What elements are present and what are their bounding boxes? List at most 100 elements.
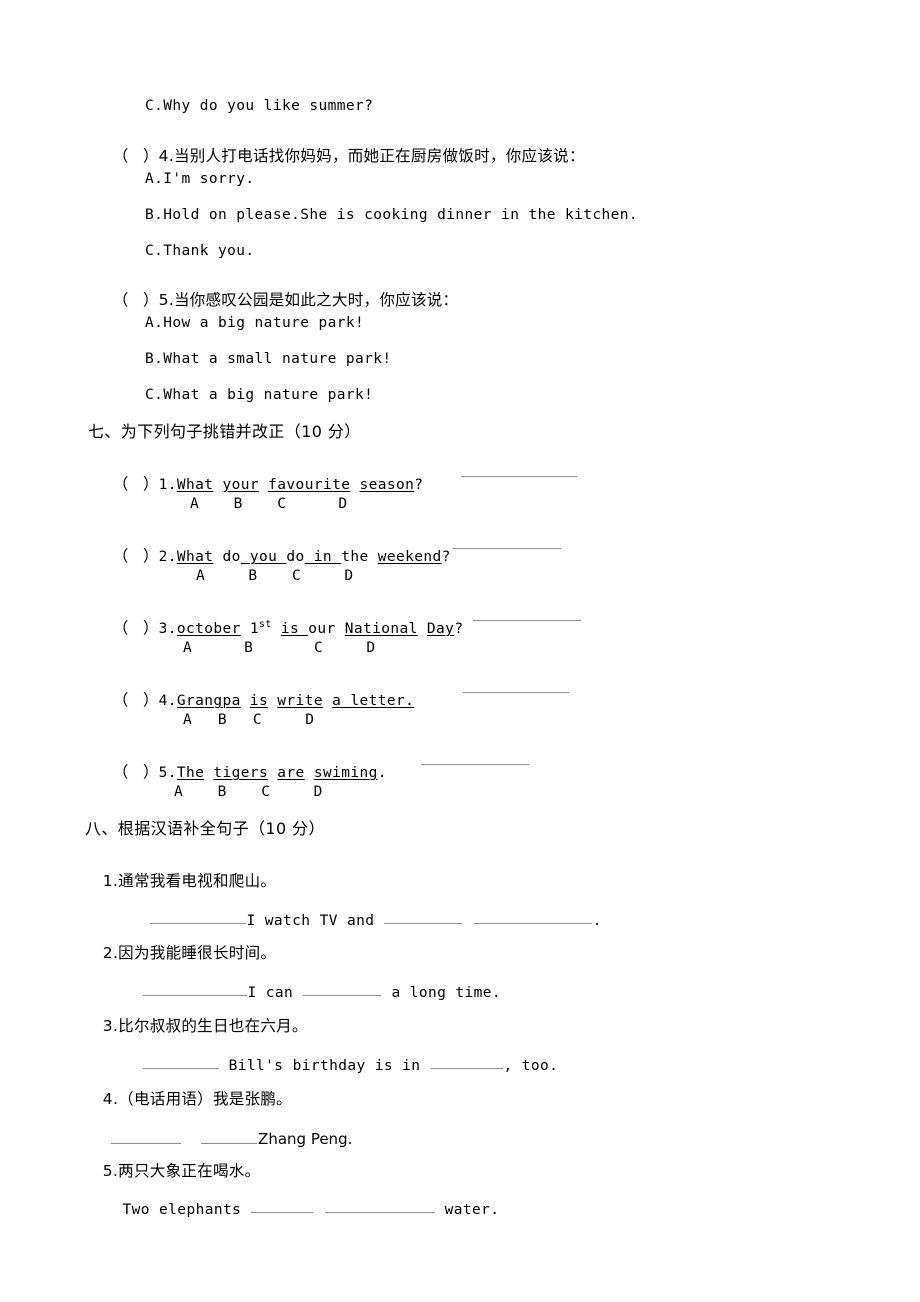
section-eight-item-5-answer: Two elephants water. xyxy=(86,1184,499,1231)
sentence-segment: do xyxy=(286,549,305,565)
sentence-segment: our xyxy=(308,621,345,637)
answer-blank-s8-2b[interactable] xyxy=(303,982,382,997)
item-number-s7-2: 2. xyxy=(158,549,177,565)
sentence-s7-4: Grangpa is write a letter. xyxy=(177,693,414,709)
answer-blank-s7-3[interactable] xyxy=(473,605,581,622)
sentence-segment xyxy=(268,693,277,709)
answer-blank-s8-1a[interactable] xyxy=(149,910,246,925)
sentence-segment xyxy=(272,621,281,637)
answer-blank-s8-3a[interactable] xyxy=(142,1055,219,1070)
answer-blank-s8-5a[interactable] xyxy=(251,1199,314,1214)
question-5-option-b[interactable]: B.What a small nature park! xyxy=(145,352,392,367)
chinese-prompt-s8-2: 因为我能睡很长时间。 xyxy=(118,944,277,962)
question-4-number: 4. xyxy=(158,147,174,165)
sentence-segment: is xyxy=(280,621,309,637)
answer-text-s8-1b: . xyxy=(592,912,602,929)
section-eight-heading: 八、根据汉语补全句子（10 分） xyxy=(85,819,325,838)
exam-paper-page: C.Why do you like summer? （ ）4.当别人打电话找你妈… xyxy=(0,0,920,1302)
sentence-segment: st xyxy=(259,619,272,631)
answer-bracket-s7-3[interactable]: （ ） xyxy=(113,619,159,637)
sentence-segment: National xyxy=(344,621,418,637)
sentence-s7-1: What your favourite season? xyxy=(177,477,424,493)
sentence-segment: in xyxy=(304,549,342,565)
answer-blank-s7-5[interactable] xyxy=(421,749,529,766)
answer-text-s8-5a: Two elephants xyxy=(122,1201,251,1218)
answer-blank-s8-2a[interactable] xyxy=(142,982,247,997)
answer-text-s8-4: Zhang Peng. xyxy=(258,1130,353,1149)
carryover-option-c: C.Why do you like summer? xyxy=(145,98,374,114)
sentence-segment xyxy=(241,693,250,709)
sentence-segment: ? xyxy=(441,549,451,565)
answer-bracket-q4[interactable]: （ ） xyxy=(113,147,159,165)
answer-blank-s8-4a[interactable] xyxy=(110,1128,181,1145)
question-5-number: 5. xyxy=(158,291,174,309)
answer-blank-s8-5b[interactable] xyxy=(324,1199,435,1214)
sentence-s7-5: The tigers are swiming. xyxy=(177,765,387,781)
sentence-segment: swiming xyxy=(313,765,378,781)
section-seven-heading: 七、为下列句子挑错并改正（10 分） xyxy=(88,422,361,441)
sentence-segment xyxy=(418,621,427,637)
answer-text-s8-3a: Bill's birthday is in xyxy=(219,1057,430,1074)
sentence-segment: ? xyxy=(414,477,424,493)
sentence-segment: write xyxy=(277,693,323,709)
sentence-segment: Day xyxy=(426,621,455,637)
item-number-s8-2: 2. xyxy=(102,944,119,962)
question-4-option-c[interactable]: C.Thank you. xyxy=(145,244,255,259)
question-5-option-a[interactable]: A.How a big nature park! xyxy=(145,316,364,331)
item-number-s8-4: 4. xyxy=(102,1090,119,1108)
answer-text-s8-5b: water. xyxy=(435,1201,500,1218)
sentence-segment xyxy=(305,765,314,781)
answer-bracket-q5[interactable]: （ ） xyxy=(113,291,159,309)
chinese-prompt-s8-4: （电话用语）我是张鹏。 xyxy=(118,1090,292,1108)
answer-blank-s7-4[interactable] xyxy=(463,677,569,694)
sentence-segment: you xyxy=(240,549,287,565)
marker-row-s7-3: A B C D xyxy=(183,640,376,656)
sentence-s7-3: october 1st is our National Day? xyxy=(176,619,464,637)
sentence-segment xyxy=(204,765,213,781)
question-5-option-c[interactable]: C.What a big nature park! xyxy=(145,388,373,403)
marker-row-s7-1: A B C D xyxy=(190,496,348,512)
sentence-segment: weekend xyxy=(377,549,442,565)
marker-row-s7-2: A B C D xyxy=(196,568,354,584)
answer-blank-s8-1b[interactable] xyxy=(384,910,463,925)
sentence-segment: season xyxy=(359,477,415,493)
answer-bracket-s7-2[interactable]: （ ） xyxy=(113,547,159,565)
sentence-segment: october xyxy=(176,621,241,637)
sentence-segment: your xyxy=(222,477,260,493)
sentence-segment xyxy=(268,765,277,781)
item-number-s8-1: 1. xyxy=(102,872,119,890)
sentence-segment xyxy=(323,693,332,709)
answer-blank-s8-4b[interactable] xyxy=(201,1128,258,1145)
sentence-segment: a letter. xyxy=(332,693,415,709)
question-4-option-a[interactable]: A.I'm sorry. xyxy=(145,172,255,187)
question-4-option-b[interactable]: B.Hold on please.She is cooking dinner i… xyxy=(145,208,638,223)
chinese-prompt-s8-1: 通常我看电视和爬山。 xyxy=(118,872,277,890)
item-number-s7-5: 5. xyxy=(158,765,177,781)
sentence-segment: are xyxy=(277,765,305,781)
answer-text-s8-2a: I can xyxy=(247,984,303,1001)
answer-text-s8-2b: a long time. xyxy=(382,984,501,1001)
answer-bracket-s7-1[interactable]: （ ） xyxy=(113,475,159,493)
answer-bracket-s7-4[interactable]: （ ） xyxy=(113,691,159,709)
sentence-segment xyxy=(259,477,268,493)
sentence-s7-2: What do you do in the weekend? xyxy=(177,549,451,565)
answer-blank-s8-1c[interactable] xyxy=(473,910,592,925)
item-number-s7-4: 4. xyxy=(158,693,177,709)
answer-blank-s8-3b[interactable] xyxy=(430,1055,503,1070)
answer-blank-s7-1[interactable] xyxy=(461,461,577,478)
sentence-segment: The xyxy=(176,765,205,781)
chinese-prompt-s8-3: 比尔叔叔的生日也在六月。 xyxy=(118,1017,308,1035)
question-4-stem: 当别人打电话找你妈妈，而她正在厨房做饭时，你应该说： xyxy=(173,147,585,165)
answer-bracket-s7-5[interactable]: （ ） xyxy=(113,763,159,781)
answer-blank-s7-2[interactable] xyxy=(453,533,561,550)
sentence-segment: favourite xyxy=(268,477,351,493)
chinese-prompt-s8-5: 两只大象正在喝水。 xyxy=(118,1162,261,1180)
answer-text-s8-1a: I watch TV and xyxy=(246,912,384,929)
sentence-segment: 1 xyxy=(240,621,260,637)
sentence-segment: What xyxy=(176,477,214,493)
sentence-segment: is xyxy=(249,693,269,709)
answer-text-s8-3b: , too. xyxy=(503,1057,559,1074)
marker-row-s7-4: A B C D xyxy=(183,712,314,728)
sentence-segment xyxy=(213,477,222,493)
sentence-segment: . xyxy=(377,765,387,781)
